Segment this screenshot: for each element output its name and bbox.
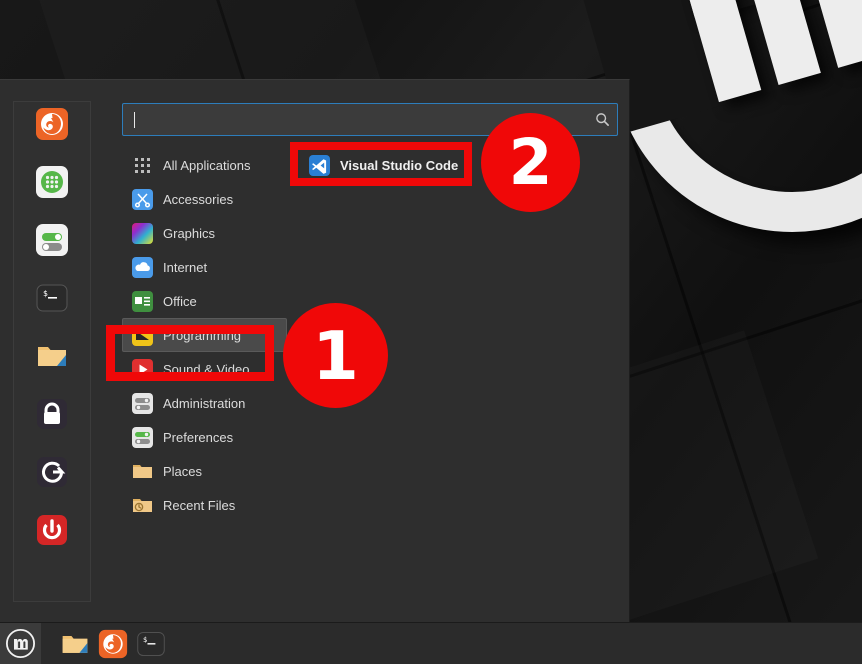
category-sound-and-video[interactable]: Sound & Video: [122, 352, 287, 386]
firefox-icon: [36, 108, 68, 140]
favorite-software-manager[interactable]: [33, 163, 71, 201]
lock-icon: [37, 399, 67, 429]
launcher-files[interactable]: [60, 629, 90, 659]
category-recent-files[interactable]: Recent Files: [122, 488, 287, 522]
menu-button[interactable]: [0, 622, 41, 664]
category-preferences[interactable]: Preferences: [122, 420, 287, 454]
category-label: Preferences: [163, 429, 234, 445]
category-label: Programming: [163, 327, 242, 343]
mint-logo-icon: [5, 628, 36, 659]
category-label: Places: [163, 463, 203, 479]
text-cursor: [134, 111, 135, 128]
category-label: Accessories: [163, 191, 234, 207]
category-accessories[interactable]: Accessories: [122, 182, 287, 216]
category-label: Recent Files: [163, 497, 236, 513]
sliders-green-icon: [132, 426, 153, 448]
category-label: Administration: [163, 395, 246, 411]
launcher-firefox[interactable]: [98, 629, 128, 659]
category-list: All Applications Accessories Graphics In…: [122, 148, 287, 522]
category-label: Internet: [163, 259, 208, 275]
settings-toggle-icon: [36, 224, 68, 256]
category-label: Graphics: [163, 225, 216, 241]
svg-text:$: $: [43, 289, 48, 298]
category-label: Sound & Video: [163, 361, 250, 377]
play-icon: [132, 358, 153, 380]
app-visual-studio-code[interactable]: Visual Studio Code: [300, 148, 610, 182]
folder-icon: [133, 464, 152, 478]
svg-text:$: $: [143, 635, 147, 644]
grid-icon: [135, 157, 150, 173]
category-programming[interactable]: Programming: [122, 318, 287, 352]
category-internet[interactable]: Internet: [122, 250, 287, 284]
category-office[interactable]: Office: [122, 284, 287, 318]
taskbar: $: [0, 622, 862, 664]
sliders-icon: [132, 392, 153, 414]
terminal-icon: $: [36, 284, 68, 312]
favorite-firefox[interactable]: [33, 105, 71, 143]
cloud-icon: [132, 256, 153, 278]
color-wheel-icon: [132, 222, 153, 244]
scissors-icon: [132, 188, 153, 210]
search-input[interactable]: [122, 103, 618, 136]
app-label: Visual Studio Code: [340, 157, 459, 173]
application-menu-window: $ All Applications Accessories Graphics …: [0, 79, 630, 622]
application-list: Visual Studio Code: [300, 148, 610, 182]
favorites-sidebar: $: [13, 101, 91, 602]
folder-clock-icon: [133, 498, 152, 512]
code-icon: [132, 324, 153, 346]
favorite-files[interactable]: [33, 337, 71, 375]
favorite-quit[interactable]: [33, 511, 71, 549]
category-label: Office: [163, 293, 197, 309]
category-administration[interactable]: Administration: [122, 386, 287, 420]
power-icon: [37, 515, 67, 545]
category-all-applications[interactable]: All Applications: [122, 148, 287, 182]
document-icon: [132, 290, 153, 312]
category-graphics[interactable]: Graphics: [122, 216, 287, 250]
favorite-system-settings[interactable]: [33, 221, 71, 259]
favorite-lock-screen[interactable]: [33, 395, 71, 433]
logout-icon: [37, 457, 67, 487]
favorite-terminal[interactable]: $: [33, 279, 71, 317]
favorite-log-out[interactable]: [33, 453, 71, 491]
vscode-icon: [309, 154, 330, 176]
taskbar-launchers: $: [60, 629, 166, 659]
search-icon[interactable]: [587, 112, 617, 127]
category-label: All Applications: [163, 157, 251, 173]
folder-icon: [38, 347, 66, 366]
software-manager-icon: [36, 166, 68, 198]
launcher-terminal[interactable]: $: [136, 629, 166, 659]
category-places[interactable]: Places: [122, 454, 287, 488]
